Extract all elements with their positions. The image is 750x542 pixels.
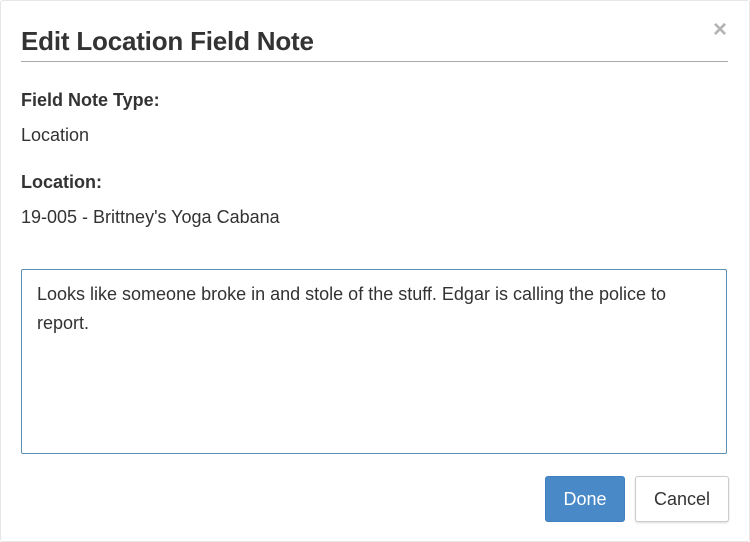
close-icon[interactable]: × (711, 18, 729, 42)
dialog-title: Edit Location Field Note (21, 26, 314, 56)
field-note-type-label: Field Note Type: (21, 90, 160, 110)
location-label: Location: (21, 172, 102, 192)
field-note-type-value: Location (21, 125, 90, 145)
done-button[interactable]: Done (545, 476, 625, 522)
location-value: 19-005 - Brittney's Yoga Cabana (21, 207, 280, 227)
field-note-textarea[interactable]: Looks like someone broke in and stole of… (21, 269, 727, 454)
cancel-button[interactable]: Cancel (635, 476, 729, 522)
title-divider (21, 61, 728, 62)
edit-field-note-dialog: Edit Location Field Note × Field Note Ty… (0, 0, 750, 542)
